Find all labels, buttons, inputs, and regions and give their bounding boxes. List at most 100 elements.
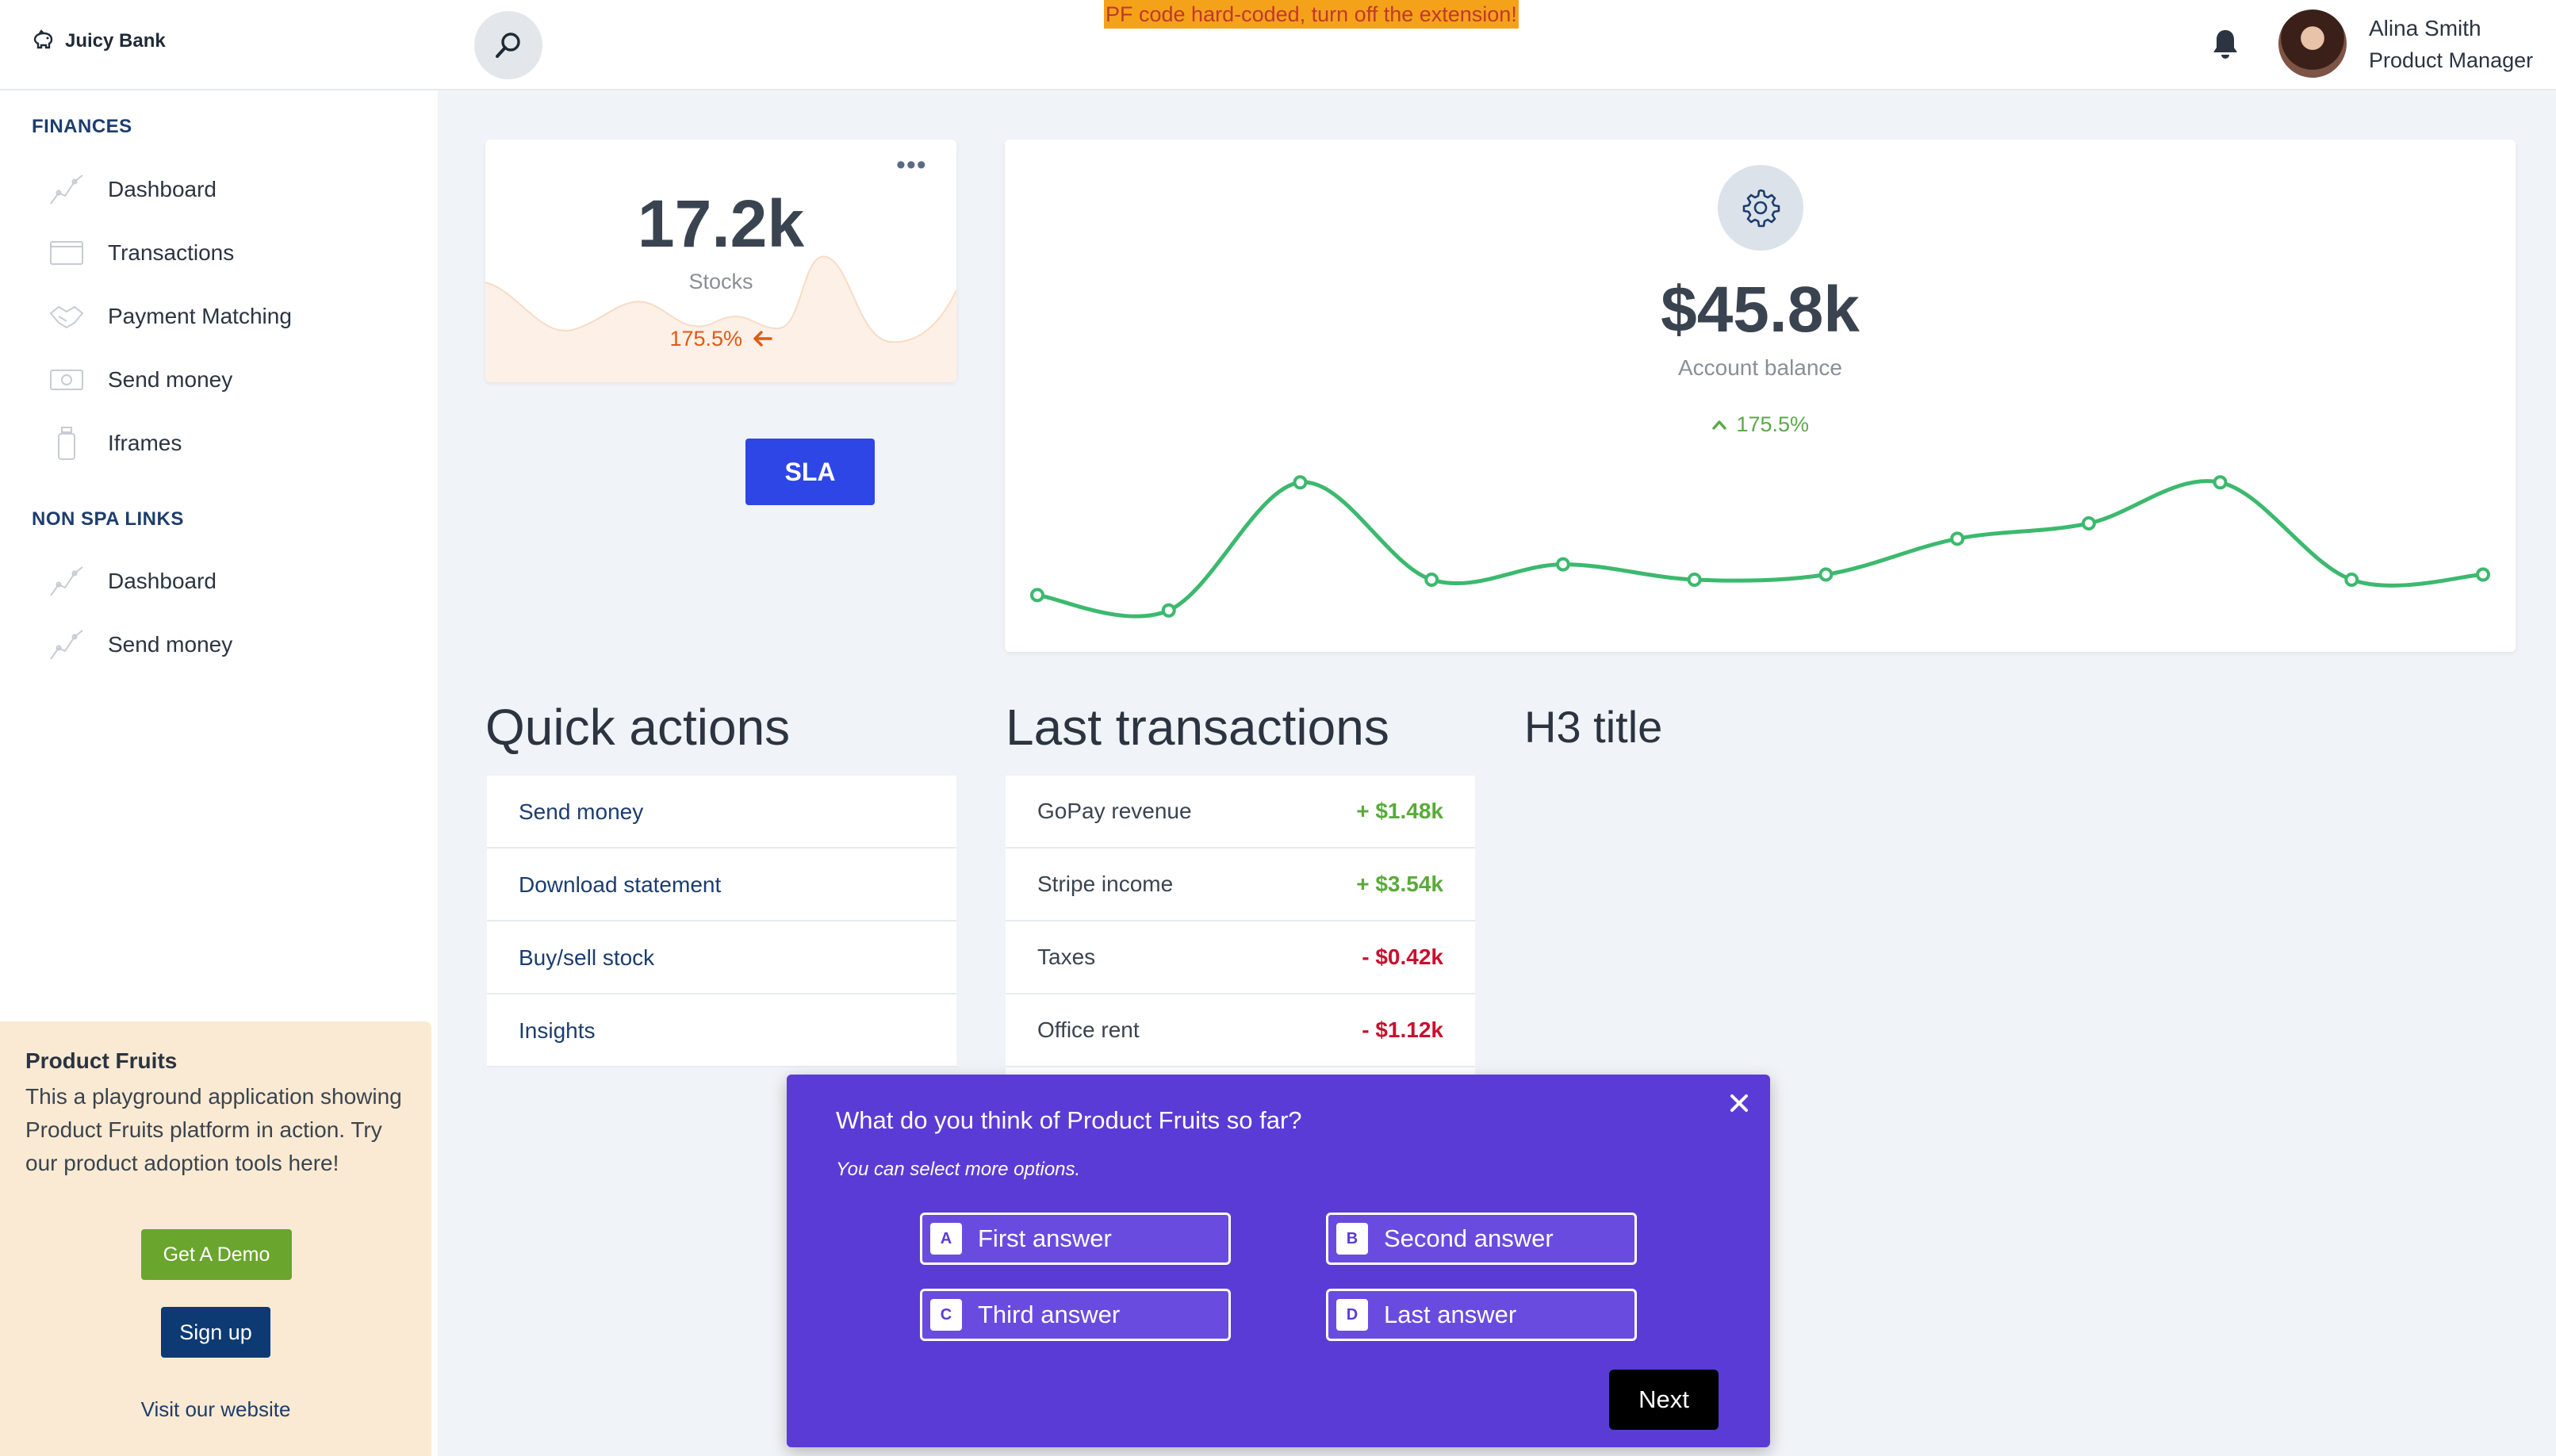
top-bar: Juicy Bank PF code hard-coded, turn off … <box>0 0 2556 90</box>
bottle-icon <box>58 427 75 460</box>
answer-text: Last answer <box>1384 1301 1517 1328</box>
quick-action-insights[interactable]: Insights <box>487 994 956 1067</box>
sidebar-item-non-spa-send-money[interactable]: Send money <box>48 625 232 665</box>
balance-data-point-2[interactable] <box>1293 475 1308 490</box>
stocks-value: 17.2k <box>637 186 805 261</box>
survey-question: What do you think of Product Fruits so f… <box>836 1106 1302 1134</box>
stocks-change-value: 175.5% <box>669 327 743 351</box>
search-button[interactable] <box>474 11 542 79</box>
chart-line-icon <box>50 630 83 660</box>
transaction-row[interactable]: Stripe income + $3.54k <box>1006 849 1475 921</box>
balance-data-point-5[interactable] <box>1687 572 1702 587</box>
balance-data-point-11[interactable] <box>2476 567 2490 582</box>
chart-line-icon <box>50 174 83 205</box>
user-role: Product Manager <box>2369 48 2534 72</box>
sidebar-item-label: Send money <box>108 632 233 657</box>
balance-data-point-8[interactable] <box>2081 515 2096 531</box>
stocks-label: Stocks <box>688 270 753 293</box>
transaction-name: Office rent <box>1037 1017 1140 1042</box>
sidebar-item-payment-matching[interactable]: Payment Matching <box>48 297 292 336</box>
sidebar-item-transactions[interactable]: Transactions <box>48 233 234 273</box>
sidebar-item-label: Dashboard <box>108 177 217 201</box>
sidebar-item-label: Send money <box>108 367 233 392</box>
transaction-amount: + $3.54k <box>1356 872 1443 896</box>
search-icon <box>496 33 520 58</box>
balance-data-point-6[interactable] <box>1818 567 1834 582</box>
sla-button[interactable]: SLA <box>745 439 875 505</box>
answer-text: First answer <box>978 1224 1112 1252</box>
sidebar-item-iframes[interactable]: Iframes <box>48 423 182 463</box>
transaction-row[interactable]: GoPay revenue + $1.48k <box>1006 776 1475 849</box>
quick-actions-title: Quick actions <box>485 699 791 756</box>
quick-action-buy-sell-stock[interactable]: Buy/sell stock <box>487 921 956 994</box>
quick-action-download-statement[interactable]: Download statement <box>487 849 956 921</box>
answer-text: Third answer <box>978 1301 1121 1328</box>
answer-key: D <box>1336 1299 1368 1331</box>
promo-description: This a playground application showing Pr… <box>25 1084 402 1175</box>
sidebar-item-dashboard[interactable]: Dashboard <box>48 170 217 209</box>
arrow-left-icon <box>753 331 772 347</box>
answer-text: Second answer <box>1384 1224 1554 1252</box>
survey-modal: What do you think of Product Fruits so f… <box>787 1075 1770 1447</box>
balance-series-line <box>1037 479 2484 619</box>
sidebar-item-label: Payment Matching <box>108 304 292 328</box>
money-icon <box>50 370 83 390</box>
close-icon[interactable] <box>1725 1089 1753 1117</box>
more-dots-icon[interactable]: ••• <box>896 151 927 178</box>
sidebar-section-non-spa-links: NON SPA LINKS <box>32 508 184 530</box>
transaction-row[interactable]: Taxes - $0.42k <box>1006 921 1475 994</box>
quick-action-send-money[interactable]: Send money <box>487 776 956 849</box>
answer-key: A <box>930 1223 962 1255</box>
transaction-row[interactable]: Office rent - $1.12k <box>1006 994 1475 1067</box>
account-balance-card: $45.8k Account balance 175.5% <box>1005 140 2516 652</box>
balance-data-point-10[interactable] <box>2344 572 2359 587</box>
stocks-card: ••• 17.2k Stocks 175.5% <box>485 140 956 382</box>
piggy-bank-icon <box>33 29 53 49</box>
pf-warning-banner: PF code hard-coded, turn off the extensi… <box>1104 0 1519 29</box>
answer-key: C <box>930 1299 962 1331</box>
handshake-icon <box>49 305 84 329</box>
get-demo-button[interactable]: Get A Demo <box>141 1229 292 1280</box>
sidebar-item-label: Iframes <box>108 431 182 455</box>
sidebar-section-finances: FINANCES <box>32 116 132 137</box>
sign-up-button[interactable]: Sign up <box>161 1307 270 1358</box>
balance-data-point-7[interactable] <box>1950 531 1965 546</box>
sidebar-item-label: Dashboard <box>108 569 217 593</box>
card-icon <box>50 241 83 265</box>
transaction-amount: - $0.42k <box>1362 944 1443 969</box>
transaction-amount: - $1.12k <box>1362 1017 1443 1042</box>
answer-option-d[interactable]: D Last answer <box>1326 1289 1637 1341</box>
app-name: Juicy Bank <box>65 30 166 52</box>
sidebar-item-non-spa-dashboard[interactable]: Dashboard <box>48 561 217 601</box>
next-button[interactable]: Next <box>1609 1370 1719 1430</box>
balance-data-point-4[interactable] <box>1555 557 1570 572</box>
answer-option-c[interactable]: C Third answer <box>920 1289 1231 1341</box>
transactions-list: GoPay revenue + $1.48k Stripe income + $… <box>1006 776 1475 1077</box>
last-transactions-title: Last transactions <box>1006 699 1389 756</box>
sidebar: FINANCES Dashboard Transactions Payment … <box>0 90 438 1456</box>
user-name: Alina Smith <box>2369 16 2481 40</box>
app-logo[interactable]: Juicy Bank <box>30 29 166 54</box>
visit-website-link[interactable]: Visit our website <box>0 1397 431 1422</box>
sidebar-item-label: Transactions <box>108 240 235 265</box>
balance-data-point-9[interactable] <box>2213 475 2228 490</box>
h3-title: H3 title <box>1524 702 1663 752</box>
sidebar-item-send-money[interactable]: Send money <box>48 360 232 400</box>
balance-data-point-3[interactable] <box>1424 572 1439 587</box>
balance-data-point-1[interactable] <box>1161 603 1176 618</box>
bell-icon[interactable] <box>2209 27 2241 62</box>
chart-line-icon <box>50 566 83 596</box>
transaction-name: Taxes <box>1037 944 1096 969</box>
transaction-amount: + $1.48k <box>1356 799 1443 823</box>
avatar[interactable] <box>2278 10 2347 78</box>
product-fruits-promo: Product Fruits This a playground applica… <box>0 1021 431 1456</box>
balance-data-point-0[interactable] <box>1030 588 1044 603</box>
quick-actions-list: Send money Download statement Buy/sell s… <box>487 776 956 1067</box>
balance-line-chart <box>1030 475 2490 619</box>
survey-hint: You can select more options. <box>836 1159 1081 1180</box>
promo-title: Product Fruits <box>25 1048 178 1073</box>
answer-option-b[interactable]: B Second answer <box>1326 1213 1637 1265</box>
transaction-name: GoPay revenue <box>1037 799 1192 823</box>
stocks-change: 175.5% <box>485 327 956 351</box>
answer-option-a[interactable]: A First answer <box>920 1213 1231 1265</box>
